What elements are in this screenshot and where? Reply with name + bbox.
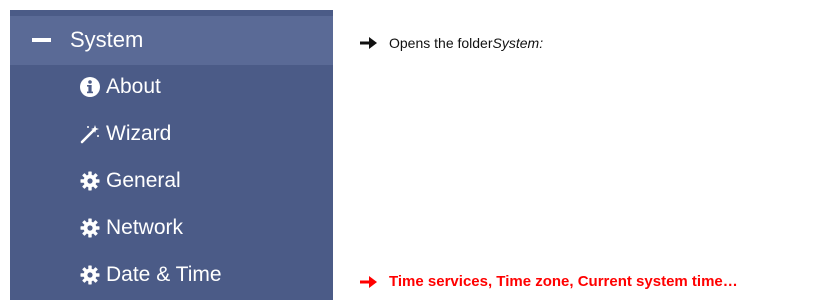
sidebar-item-label: Wizard — [106, 122, 172, 145]
sidebar-item-label: Network — [106, 216, 184, 239]
magic-wand-icon — [80, 125, 99, 144]
note-system: Opens the folder System: — [360, 35, 543, 51]
collapse-minus-icon — [32, 38, 51, 42]
arrow-right-icon — [360, 275, 377, 288]
sidebar-item-wizard[interactable]: Wizard — [10, 113, 333, 157]
note-date-time: Time services, Time zone, Current system… — [360, 273, 738, 290]
page: System About Wizard General Network Date… — [0, 0, 839, 300]
sidebar-item-network[interactable]: Network — [10, 207, 333, 251]
sidebar-item-label: Date & Time — [106, 263, 222, 286]
sidebar-item-label: About — [106, 75, 161, 98]
folder-label: System — [70, 27, 144, 52]
sidebar-item-label: General — [106, 169, 181, 192]
sidebar-item-about[interactable]: About — [10, 66, 333, 110]
sidebar: System About Wizard General Network Date… — [10, 10, 333, 300]
gear-icon — [80, 171, 100, 191]
note-system-text: Opens the folder — [389, 35, 493, 51]
sidebar-item-date-time[interactable]: Date & Time — [10, 254, 333, 298]
gear-icon — [80, 218, 100, 238]
note-date-time-text: Time services, Time zone, Current system… — [389, 273, 738, 290]
gear-icon — [80, 265, 100, 285]
info-circle-icon — [80, 77, 100, 97]
arrow-right-icon — [360, 37, 377, 49]
note-system-emphasis: System: — [492, 35, 544, 51]
folder-system[interactable]: System — [10, 16, 333, 65]
sidebar-item-general[interactable]: General — [10, 160, 333, 204]
